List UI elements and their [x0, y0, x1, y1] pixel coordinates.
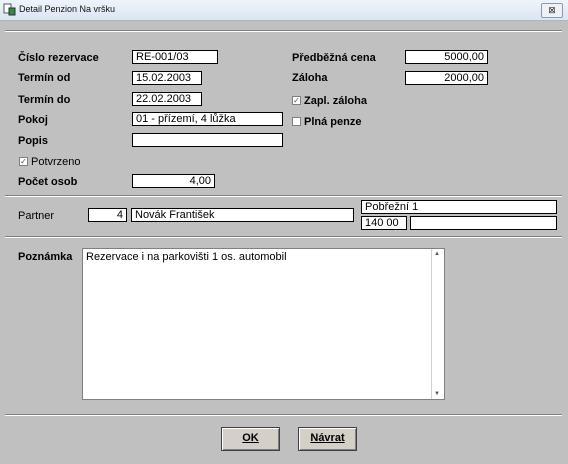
partner-city-field[interactable]	[410, 216, 557, 230]
note-textarea[interactable]: Rezervace i na parkovišti 1 os. automobi…	[82, 248, 445, 400]
return-button-label: Návrat	[310, 432, 345, 444]
reservation-number-field[interactable]: RE-001/03	[132, 50, 218, 64]
description-field[interactable]	[132, 133, 283, 147]
deposit-field[interactable]: 2000,00	[405, 71, 488, 85]
description-label: Popis	[18, 135, 48, 147]
ok-button-label: OK	[242, 432, 259, 444]
room-label: Pokoj	[18, 114, 48, 126]
partner-divider-top-light	[5, 196, 562, 197]
close-button[interactable]: ⊠	[541, 3, 563, 18]
partner-street-field[interactable]: Pobřežní 1	[361, 200, 557, 214]
persons-label: Počet osob	[18, 176, 78, 188]
date-from-field[interactable]: 15.02.2003	[132, 71, 202, 85]
price-field[interactable]: 5000,00	[405, 50, 488, 64]
return-button[interactable]: Návrat	[298, 427, 357, 451]
deposit-paid-checkbox[interactable]: ✓	[292, 96, 301, 105]
full-board-checkbox[interactable]	[292, 117, 301, 126]
bottom-divider-light	[5, 415, 562, 416]
deposit-label: Záloha	[292, 72, 328, 84]
app-icon	[3, 3, 16, 16]
note-label: Poznámka	[18, 251, 73, 263]
room-field[interactable]: 01 - přízemí, 4 lůžka	[132, 112, 283, 126]
partner-id-field[interactable]: 4	[88, 208, 127, 222]
ok-button[interactable]: OK	[221, 427, 280, 451]
date-from-label: Termín od	[18, 72, 71, 84]
note-scrollbar[interactable]: ▲ ▼	[431, 249, 444, 399]
full-board-label: Plná penze	[304, 116, 362, 128]
title-bar: Detail Penzion Na vršku ⊠	[0, 0, 568, 21]
scroll-down-icon[interactable]: ▼	[434, 391, 440, 397]
confirmed-label: Potvrzeno	[31, 156, 81, 168]
date-to-field[interactable]: 22.02.2003	[132, 92, 202, 106]
window-title: Detail Penzion Na vršku	[19, 4, 116, 14]
scroll-up-icon[interactable]: ▲	[434, 251, 440, 257]
partner-label: Partner	[18, 210, 55, 222]
partner-divider-bottom-light	[5, 237, 562, 238]
note-text: Rezervace i na parkovišti 1 os. automobi…	[86, 251, 287, 263]
deposit-paid-label: Zapl. záloha	[304, 95, 367, 107]
top-divider-light	[5, 31, 562, 32]
confirmed-checkbox[interactable]: ✓	[19, 157, 28, 166]
partner-name-field[interactable]: Novák František	[131, 208, 354, 222]
persons-field[interactable]: 4,00	[132, 174, 215, 188]
reservation-number-label: Číslo rezervace	[18, 52, 99, 64]
partner-zip-field[interactable]: 140 00	[361, 216, 407, 230]
price-label: Předběžná cena	[292, 52, 376, 64]
date-to-label: Termín do	[18, 94, 71, 106]
